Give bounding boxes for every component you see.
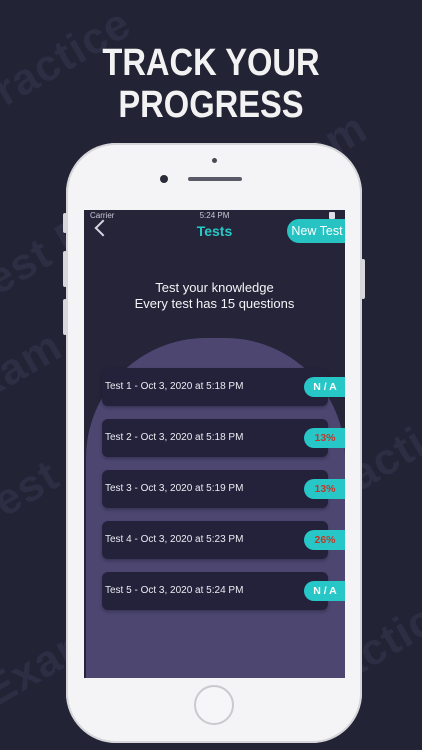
score-badge: N / A: [304, 377, 345, 397]
test-label: Test 5 - Oct 3, 2020 at 5:24 PM: [105, 585, 244, 596]
new-test-button[interactable]: New Test: [287, 219, 345, 243]
test-row[interactable]: Test 1 - Oct 3, 2020 at 5:18 PM N / A: [102, 368, 345, 406]
score-badge: 13%: [304, 428, 345, 448]
test-row[interactable]: Test 2 - Oct 3, 2020 at 5:18 PM 13%: [102, 419, 345, 457]
intro-text: Test your knowledge Every test has 15 qu…: [84, 280, 345, 312]
test-row[interactable]: Test 3 - Oct 3, 2020 at 5:19 PM 13%: [102, 470, 345, 508]
phone-speaker: [188, 177, 242, 181]
test-label: Test 3 - Oct 3, 2020 at 5:19 PM: [105, 483, 244, 494]
test-label: Test 4 - Oct 3, 2020 at 5:23 PM: [105, 534, 244, 545]
score-badge: 26%: [304, 530, 345, 550]
score-badge: 13%: [304, 479, 345, 499]
phone-side-button: [63, 251, 67, 287]
score-badge: N / A: [304, 581, 345, 601]
test-label: Test 2 - Oct 3, 2020 at 5:18 PM: [105, 432, 244, 443]
headline-line-2: PROGRESS: [118, 84, 304, 126]
background-watermark: Test: [0, 450, 68, 539]
test-row[interactable]: Test 5 - Oct 3, 2020 at 5:24 PM N / A: [102, 572, 345, 610]
phone-sensor: [212, 158, 217, 163]
camera-icon: [160, 175, 168, 183]
intro-line-1: Test your knowledge: [155, 280, 274, 295]
battery-icon: [329, 212, 335, 219]
phone-side-button: [63, 213, 67, 233]
phone-side-button: [63, 299, 67, 335]
intro-line-2: Every test has 15 questions: [134, 296, 295, 311]
phone-side-button: [361, 259, 365, 299]
phone-frame: Carrier 5:24 PM Tests New Test Test your…: [63, 143, 365, 743]
test-label: Test 1 - Oct 3, 2020 at 5:18 PM: [105, 381, 244, 392]
test-row[interactable]: Test 4 - Oct 3, 2020 at 5:23 PM 26%: [102, 521, 345, 559]
home-button[interactable]: [194, 685, 234, 725]
app-screen: Carrier 5:24 PM Tests New Test Test your…: [84, 210, 345, 678]
headline-line-1: TRACK YOUR: [102, 42, 320, 84]
